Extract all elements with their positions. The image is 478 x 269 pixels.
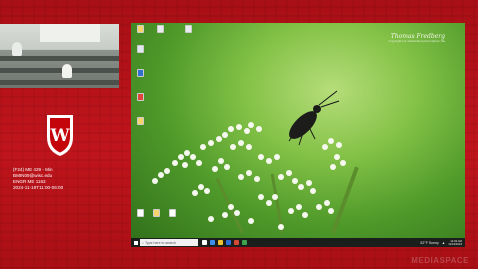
weather-status[interactable]: 52°F Sunny bbox=[420, 241, 438, 245]
task-view-icon[interactable] bbox=[202, 240, 207, 245]
windows-icon bbox=[133, 240, 138, 245]
start-button[interactable] bbox=[131, 238, 140, 247]
search-icon: ⌕ bbox=[142, 240, 144, 245]
beetle bbox=[288, 90, 340, 146]
system-tray: 52°F Sunny ▲ 11:02 AM 11/19/2024 bbox=[420, 239, 465, 246]
file-icon bbox=[156, 25, 164, 33]
desk-row bbox=[0, 68, 119, 73]
file-explorer-icon[interactable] bbox=[218, 240, 223, 245]
folder-icon bbox=[152, 209, 160, 217]
office-icon[interactable] bbox=[234, 240, 239, 245]
desktop-icon-folder[interactable] bbox=[133, 25, 147, 40]
desktop-icon-file[interactable] bbox=[133, 209, 147, 224]
chrome-icon[interactable] bbox=[242, 240, 247, 245]
folder-icon bbox=[136, 25, 144, 33]
desk-row bbox=[0, 56, 119, 61]
svg-text:W: W bbox=[49, 126, 70, 146]
desk-row bbox=[0, 80, 119, 85]
file-icon bbox=[168, 209, 176, 217]
pdf-icon bbox=[136, 93, 144, 101]
screen-share-desktop: Thomas Fredberg Copyright not determined… bbox=[131, 23, 465, 247]
network-icon[interactable]: ▲ bbox=[442, 241, 445, 245]
timestamp: 2024-11-19T11:00-06:00 bbox=[13, 185, 64, 190]
recycle-bin-icon bbox=[136, 45, 144, 53]
desktop-icon-app[interactable] bbox=[133, 69, 147, 84]
desktop-icon-pdf[interactable] bbox=[133, 93, 147, 108]
file-icon bbox=[136, 209, 144, 217]
course-info: (F24) ME 429 - Min BMIN09@wisc.edu ENGR … bbox=[13, 167, 118, 191]
desktop-icon-app[interactable] bbox=[181, 25, 195, 40]
clock-date: 11/19/2024 bbox=[448, 241, 462, 246]
watermark: MEDIASPACE bbox=[411, 256, 469, 265]
desktop-icon-file[interactable] bbox=[153, 25, 167, 40]
desktop-icon-folder[interactable] bbox=[149, 209, 163, 224]
app-icon bbox=[136, 69, 144, 77]
person bbox=[62, 64, 72, 78]
document-icon bbox=[136, 117, 144, 125]
photographer-signature: Thomas Fredberg bbox=[390, 33, 445, 40]
edge-icon[interactable] bbox=[210, 240, 215, 245]
wallpaper-subtitle: Copyright not determined photo/iphoto fi… bbox=[388, 40, 445, 43]
clock[interactable]: 11:02 AM 11/19/2024 bbox=[448, 239, 462, 246]
search-placeholder: Type here to search bbox=[144, 240, 176, 245]
mail-icon[interactable] bbox=[226, 240, 231, 245]
taskbar-apps bbox=[202, 240, 247, 245]
uw-crest-logo: W bbox=[47, 115, 73, 156]
ceiling-light bbox=[40, 24, 100, 42]
person bbox=[12, 42, 22, 56]
desktop-icon-file[interactable] bbox=[165, 209, 179, 224]
desktop-icon-document[interactable] bbox=[133, 117, 147, 132]
desktop-icon-recycle-bin[interactable] bbox=[133, 45, 147, 60]
app-icon bbox=[184, 25, 192, 33]
taskbar: ⌕ Type here to search 52°F Sunny ▲ 11:02… bbox=[131, 238, 465, 247]
wallpaper-credit: Thomas Fredberg Copyright not determined… bbox=[388, 33, 445, 43]
classroom-camera-view bbox=[0, 24, 119, 88]
taskbar-search[interactable]: ⌕ Type here to search bbox=[140, 239, 198, 246]
